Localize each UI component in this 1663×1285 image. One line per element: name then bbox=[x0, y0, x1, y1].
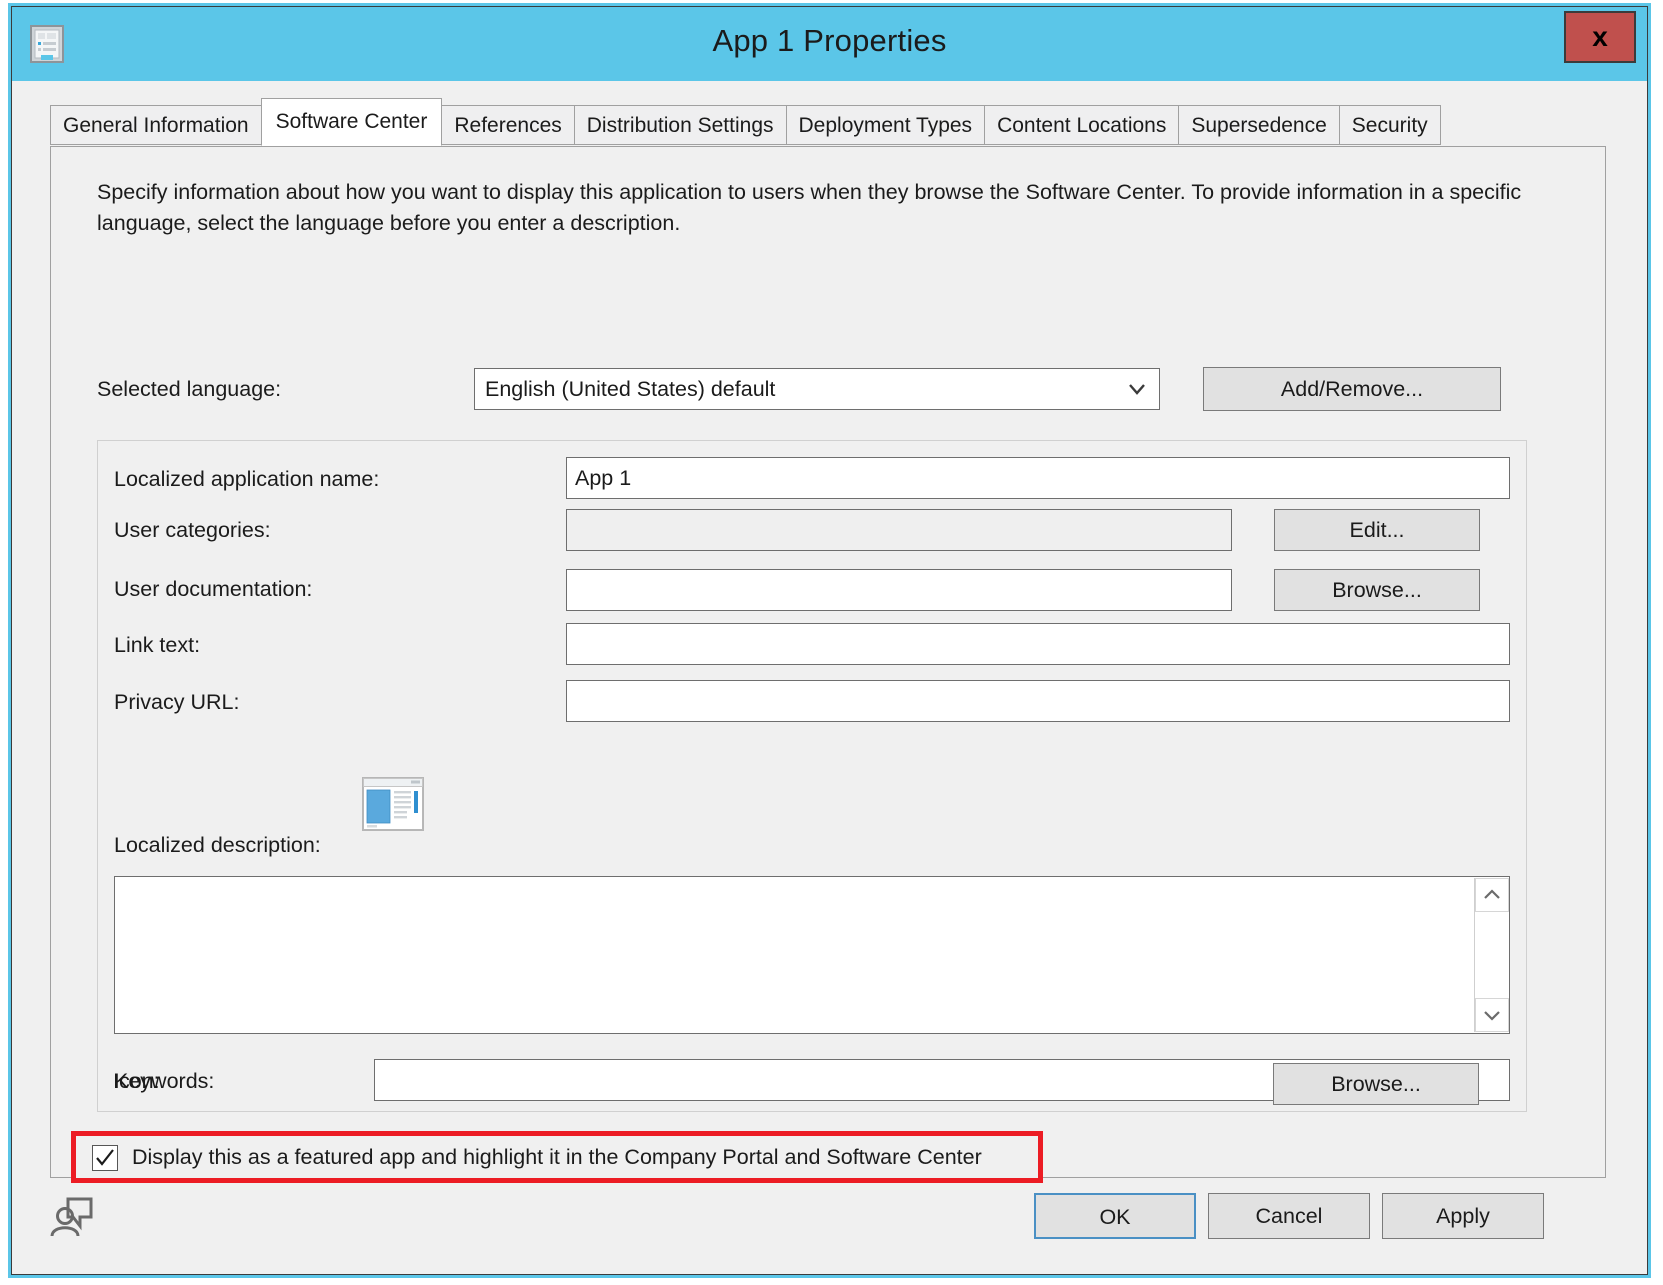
selected-language-value: English (United States) default bbox=[485, 377, 775, 402]
link-text-input[interactable] bbox=[566, 623, 1510, 665]
privacy-url-input[interactable] bbox=[566, 680, 1510, 722]
localized-description-textarea[interactable] bbox=[114, 876, 1510, 1034]
featured-app-label: Display this as a featured app and highl… bbox=[132, 1145, 982, 1170]
tab-security[interactable]: Security bbox=[1339, 105, 1441, 145]
tab-distribution-settings[interactable]: Distribution Settings bbox=[574, 105, 787, 145]
application-thumbnail-icon[interactable] bbox=[362, 777, 424, 831]
apply-button[interactable]: Apply bbox=[1382, 1193, 1544, 1239]
localized-app-name-input[interactable] bbox=[566, 457, 1510, 499]
ok-button[interactable]: OK bbox=[1034, 1193, 1196, 1239]
dialog-body: General Information Software Center Refe… bbox=[12, 81, 1647, 1274]
close-button[interactable]: x bbox=[1564, 11, 1636, 63]
tab-strip: General Information Software Center Refe… bbox=[50, 105, 1606, 147]
window-title: App 1 Properties bbox=[12, 23, 1647, 59]
user-categories-input[interactable] bbox=[566, 509, 1232, 551]
link-text-label: Link text: bbox=[114, 633, 200, 658]
send-feedback-icon[interactable] bbox=[50, 1193, 96, 1239]
user-categories-edit-button[interactable]: Edit... bbox=[1274, 509, 1480, 551]
tab-references[interactable]: References bbox=[441, 105, 574, 145]
localized-info-group: Localized application name: User categor… bbox=[97, 440, 1527, 1112]
chevron-down-icon bbox=[1127, 379, 1147, 399]
description-scrollbar[interactable] bbox=[1474, 878, 1508, 1032]
user-documentation-browse-button[interactable]: Browse... bbox=[1274, 569, 1480, 611]
featured-app-highlight-box: Display this as a featured app and highl… bbox=[71, 1131, 1043, 1183]
title-bar: App 1 Properties x bbox=[12, 7, 1647, 81]
user-categories-label: User categories: bbox=[114, 518, 271, 543]
selected-language-label: Selected language: bbox=[97, 377, 281, 402]
user-documentation-label: User documentation: bbox=[114, 577, 312, 602]
software-center-tab-page: Specify information about how you want t… bbox=[50, 146, 1606, 1178]
tab-supersedence[interactable]: Supersedence bbox=[1178, 105, 1339, 145]
privacy-url-label: Privacy URL: bbox=[114, 690, 239, 715]
icon-label: Icon: bbox=[113, 1069, 160, 1094]
add-remove-languages-button[interactable]: Add/Remove... bbox=[1203, 367, 1501, 411]
scroll-up-icon[interactable] bbox=[1475, 878, 1509, 912]
app-root: App 1 Properties x General Information S… bbox=[0, 0, 1663, 1285]
page-description: Specify information about how you want t… bbox=[97, 177, 1559, 239]
properties-dialog-window: App 1 Properties x General Information S… bbox=[8, 3, 1651, 1278]
cancel-button[interactable]: Cancel bbox=[1208, 1193, 1370, 1239]
localized-app-name-label: Localized application name: bbox=[114, 467, 379, 492]
selected-language-dropdown[interactable]: English (United States) default bbox=[474, 368, 1160, 410]
tab-deployment-types[interactable]: Deployment Types bbox=[786, 105, 986, 145]
checkmark-icon bbox=[95, 1148, 115, 1168]
tab-general-information[interactable]: General Information bbox=[50, 105, 262, 145]
featured-app-checkbox[interactable] bbox=[92, 1145, 118, 1171]
user-documentation-input[interactable] bbox=[566, 569, 1232, 611]
tab-software-center[interactable]: Software Center bbox=[261, 98, 443, 146]
localized-description-label: Localized description: bbox=[114, 833, 321, 858]
scroll-down-icon[interactable] bbox=[1475, 998, 1509, 1032]
icon-browse-button[interactable]: Browse... bbox=[1273, 1063, 1479, 1105]
tab-content-locations[interactable]: Content Locations bbox=[984, 105, 1179, 145]
